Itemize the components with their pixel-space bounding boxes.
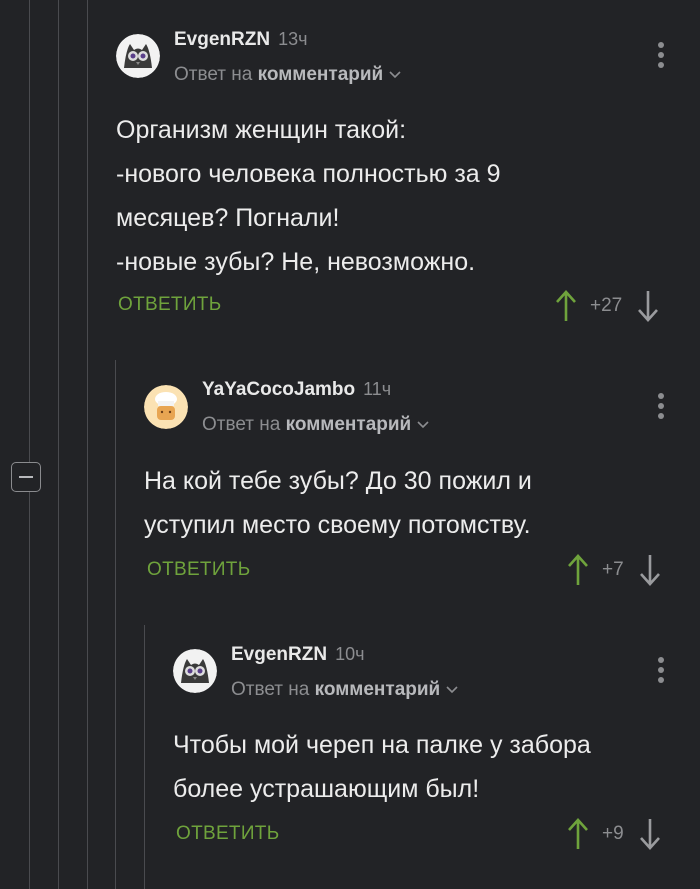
author-name[interactable]: YaYaCocoJambo 11ч bbox=[202, 379, 391, 401]
thread-line bbox=[115, 360, 116, 889]
reply-target: комментарий bbox=[314, 679, 441, 700]
comment-time: 11ч bbox=[363, 379, 392, 399]
upvote-arrow-icon[interactable] bbox=[566, 817, 590, 851]
more-options-icon[interactable] bbox=[658, 393, 666, 423]
thread-line bbox=[144, 625, 145, 889]
owl-avatar-icon[interactable] bbox=[173, 649, 217, 693]
reply-prefix: Ответ на bbox=[202, 414, 281, 435]
reply-button[interactable]: ОТВЕТИТЬ bbox=[147, 559, 250, 581]
reply-target: комментарий bbox=[257, 64, 384, 85]
collapse-thread-button[interactable] bbox=[11, 462, 41, 492]
thread-line bbox=[87, 0, 88, 889]
rating-score: +7 bbox=[602, 559, 624, 580]
comment-time: 13ч bbox=[278, 29, 308, 49]
rating: +27 bbox=[554, 289, 660, 323]
thread-line bbox=[29, 0, 30, 462]
more-options-icon[interactable] bbox=[658, 42, 666, 72]
chevron-down-icon bbox=[417, 421, 429, 429]
upvote-arrow-icon[interactable] bbox=[554, 289, 578, 323]
downvote-arrow-icon[interactable] bbox=[638, 553, 662, 587]
rating-score: +27 bbox=[590, 295, 623, 316]
reply-button[interactable]: ОТВЕТИТЬ bbox=[176, 823, 279, 845]
reply-to-link[interactable]: Ответ на комментарий bbox=[231, 679, 458, 701]
reply-prefix: Ответ на bbox=[174, 64, 253, 85]
author-name[interactable]: EvgenRZN 13ч bbox=[174, 29, 307, 51]
reply-to-link[interactable]: Ответ на комментарий bbox=[174, 64, 401, 86]
downvote-arrow-icon[interactable] bbox=[636, 289, 660, 323]
comment-body: Чтобы мой череп на палке у забора более … bbox=[173, 731, 591, 803]
reply-prefix: Ответ на bbox=[231, 679, 310, 700]
upvote-arrow-icon[interactable] bbox=[566, 553, 590, 587]
downvote-arrow-icon[interactable] bbox=[638, 817, 662, 851]
reply-target: комментарий bbox=[285, 414, 412, 435]
rating-score: +9 bbox=[602, 823, 624, 844]
chevron-down-icon bbox=[446, 686, 458, 694]
chef-avatar-icon[interactable] bbox=[144, 385, 188, 429]
minus-icon bbox=[19, 476, 33, 478]
comment-body: На кой тебе зубы? До 30 пожил и уступил … bbox=[144, 467, 532, 539]
comment-time: 10ч bbox=[335, 644, 365, 664]
reply-button[interactable]: ОТВЕТИТЬ bbox=[118, 294, 221, 316]
more-options-icon[interactable] bbox=[658, 657, 666, 687]
thread-line bbox=[58, 0, 59, 889]
rating: +7 bbox=[566, 553, 662, 587]
rating: +9 bbox=[566, 817, 662, 851]
author-name[interactable]: EvgenRZN 10ч bbox=[231, 644, 364, 666]
reply-to-link[interactable]: Ответ на комментарий bbox=[202, 414, 429, 436]
comment-body: Организм женщин такой: -нового человека … bbox=[116, 116, 501, 276]
thread-line bbox=[29, 492, 30, 889]
owl-avatar-icon[interactable] bbox=[116, 34, 160, 78]
chevron-down-icon bbox=[389, 71, 401, 79]
